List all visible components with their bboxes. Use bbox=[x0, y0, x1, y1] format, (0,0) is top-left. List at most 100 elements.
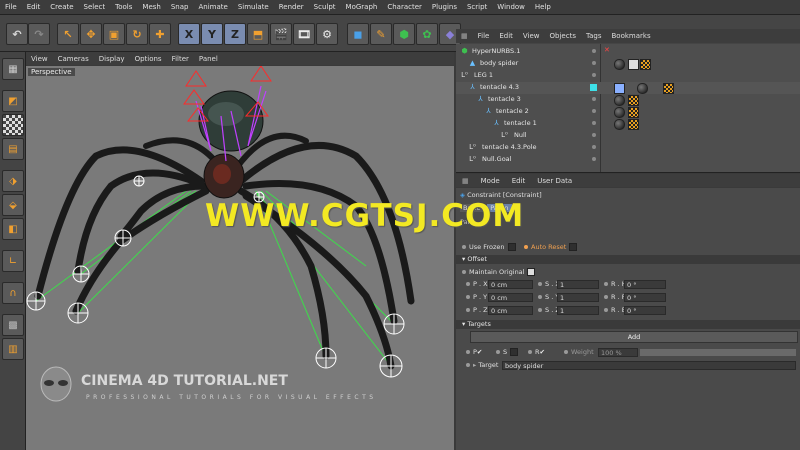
add-icon[interactable]: ✚ bbox=[149, 23, 171, 45]
menu-script[interactable]: Script bbox=[462, 3, 492, 11]
rotate-icon[interactable]: ↻ bbox=[126, 23, 148, 45]
expand-arrow-icon[interactable]: ▸ bbox=[473, 361, 476, 369]
rh-field[interactable]: 0 ° bbox=[624, 280, 666, 289]
render-picture-viewer-icon[interactable]: 🎞 bbox=[293, 23, 315, 45]
object-row[interactable]: ⅄ tentacle 4.3 bbox=[456, 82, 800, 94]
ik-tag-icon[interactable] bbox=[614, 83, 625, 94]
menu-window[interactable]: Window bbox=[492, 3, 530, 11]
object-row[interactable]: ⅄ tentacle 1 bbox=[456, 118, 800, 130]
menu-character[interactable]: Character bbox=[382, 3, 427, 11]
object-row[interactable]: L⁰ Null.Goal bbox=[456, 154, 800, 166]
py-field[interactable]: 0 cm bbox=[488, 293, 533, 302]
om-menu-edit[interactable]: Edit bbox=[494, 32, 518, 40]
material-tag-icon[interactable] bbox=[614, 119, 625, 130]
array-icon[interactable]: ✿ bbox=[416, 23, 438, 45]
menu-mograph[interactable]: MoGraph bbox=[341, 3, 383, 11]
menu-sculpt[interactable]: Sculpt bbox=[309, 3, 341, 11]
menu-select[interactable]: Select bbox=[79, 3, 111, 11]
workplane-lock-icon[interactable]: ▩ bbox=[2, 314, 24, 336]
auto-reset-row[interactable]: Auto Reset bbox=[524, 243, 578, 251]
viewport-menu-view[interactable]: View bbox=[26, 55, 53, 63]
texture-tag-icon[interactable] bbox=[628, 59, 639, 70]
z-axis-button[interactable]: Z bbox=[224, 23, 246, 45]
targets-section-header[interactable]: ▾ Targets bbox=[456, 320, 800, 329]
points-mode-icon[interactable]: ⬗ bbox=[2, 170, 24, 192]
sz-field[interactable]: 1 bbox=[557, 306, 599, 315]
target-link-field[interactable]: body spider bbox=[502, 361, 796, 370]
axis-mode-icon[interactable]: ∟ bbox=[2, 250, 24, 272]
menu-snap[interactable]: Snap bbox=[166, 3, 194, 11]
s-checkbox[interactable] bbox=[510, 348, 519, 356]
weight-field[interactable]: 100 % bbox=[598, 348, 638, 357]
menu-mesh[interactable]: Mesh bbox=[137, 3, 165, 11]
material-tag-icon[interactable] bbox=[614, 59, 625, 70]
target-p-toggle[interactable]: P✔ bbox=[466, 348, 482, 356]
viewport-menu-cameras[interactable]: Cameras bbox=[53, 55, 94, 63]
perspective-viewport[interactable]: Perspective CINEMA 4D TUTORIAL.NET PROFE… bbox=[26, 66, 454, 450]
render-view-icon[interactable]: 🎬 bbox=[270, 23, 292, 45]
coordinate-system-icon[interactable]: ⬒ bbox=[247, 23, 269, 45]
attr-tab-user-data[interactable]: User Data bbox=[531, 177, 578, 185]
viewport-menu-display[interactable]: Display bbox=[94, 55, 130, 63]
use-frozen-row[interactable]: Use Frozen bbox=[462, 243, 516, 251]
weight-slider[interactable] bbox=[640, 349, 796, 356]
object-row[interactable]: L⁰ LEG 1 bbox=[456, 70, 800, 82]
attr-tab-edit[interactable]: Edit bbox=[506, 177, 532, 185]
model-mode-icon[interactable]: ◩ bbox=[2, 90, 24, 112]
menu-edit[interactable]: Edit bbox=[22, 3, 46, 11]
uvw-tag-icon[interactable] bbox=[628, 119, 639, 130]
material-tag-icon[interactable] bbox=[637, 83, 648, 94]
rp-field[interactable]: 0 ° bbox=[624, 293, 666, 302]
snap-icon[interactable]: ∩ bbox=[2, 282, 24, 304]
target-r-toggle[interactable]: R✔ bbox=[528, 348, 545, 356]
uvw-tag-icon[interactable] bbox=[628, 95, 639, 106]
auto-reset-checkbox[interactable] bbox=[569, 243, 578, 251]
rb-field[interactable]: 0 ° bbox=[624, 306, 666, 315]
grid-icon[interactable]: ▥ bbox=[2, 338, 24, 360]
menu-file[interactable]: File bbox=[0, 3, 22, 11]
y-axis-button[interactable]: Y bbox=[201, 23, 223, 45]
offset-section-header[interactable]: ▾ Offset bbox=[456, 255, 800, 264]
make-editable-icon[interactable]: ▦ bbox=[2, 58, 24, 80]
menu-render[interactable]: Render bbox=[274, 3, 309, 11]
live-select-icon[interactable]: ↖ bbox=[57, 23, 79, 45]
attr-tab-mode[interactable]: Mode bbox=[475, 177, 506, 185]
object-row[interactable]: ⬢ HyperNURBS.1 ✕ bbox=[456, 46, 800, 58]
add-target-button[interactable]: Add bbox=[470, 331, 798, 343]
pz-field[interactable]: 0 cm bbox=[488, 306, 533, 315]
material-tag-icon[interactable] bbox=[614, 107, 625, 118]
px-field[interactable]: 0 cm bbox=[488, 280, 533, 289]
x-axis-button[interactable]: X bbox=[178, 23, 200, 45]
maintain-original-checkbox[interactable] bbox=[527, 268, 536, 276]
render-settings-icon[interactable]: ⚙ bbox=[316, 23, 338, 45]
undo-icon[interactable]: ↶ bbox=[6, 23, 28, 45]
om-menu-objects[interactable]: Objects bbox=[545, 32, 581, 40]
polygons-mode-icon[interactable]: ◧ bbox=[2, 218, 24, 240]
om-menu-tags[interactable]: Tags bbox=[581, 32, 607, 40]
om-menu-file[interactable]: File bbox=[473, 32, 495, 40]
menu-tools[interactable]: Tools bbox=[110, 3, 137, 11]
object-row[interactable]: L⁰ Null bbox=[456, 130, 800, 142]
scale-icon[interactable]: ▣ bbox=[103, 23, 125, 45]
texture-mode-icon[interactable] bbox=[2, 114, 24, 136]
uvw-tag-icon[interactable] bbox=[640, 59, 651, 70]
layer-color-swatch[interactable] bbox=[590, 84, 597, 91]
spline-pen-icon[interactable]: ✎ bbox=[370, 23, 392, 45]
cube-icon[interactable]: ◼ bbox=[347, 23, 369, 45]
material-tag-icon[interactable] bbox=[614, 95, 625, 106]
object-row[interactable]: ⅄ tentacle 2 bbox=[456, 106, 800, 118]
workplane-icon[interactable]: ▤ bbox=[2, 138, 24, 160]
object-row[interactable]: ▲ body spider bbox=[456, 58, 800, 70]
menu-help[interactable]: Help bbox=[530, 3, 556, 11]
viewport-menu-filter[interactable]: Filter bbox=[167, 55, 194, 63]
sx-field[interactable]: 1 bbox=[557, 280, 599, 289]
om-menu-view[interactable]: View bbox=[518, 32, 545, 40]
move-icon[interactable]: ✥ bbox=[80, 23, 102, 45]
viewport-menu-panel[interactable]: Panel bbox=[194, 55, 223, 63]
redo-icon[interactable]: ↷ bbox=[28, 23, 50, 45]
menu-simulate[interactable]: Simulate bbox=[233, 3, 274, 11]
edges-mode-icon[interactable]: ⬙ bbox=[2, 194, 24, 216]
om-menu-bookmarks[interactable]: Bookmarks bbox=[606, 32, 655, 40]
menu-create[interactable]: Create bbox=[45, 3, 78, 11]
viewport-menu-options[interactable]: Options bbox=[130, 55, 167, 63]
